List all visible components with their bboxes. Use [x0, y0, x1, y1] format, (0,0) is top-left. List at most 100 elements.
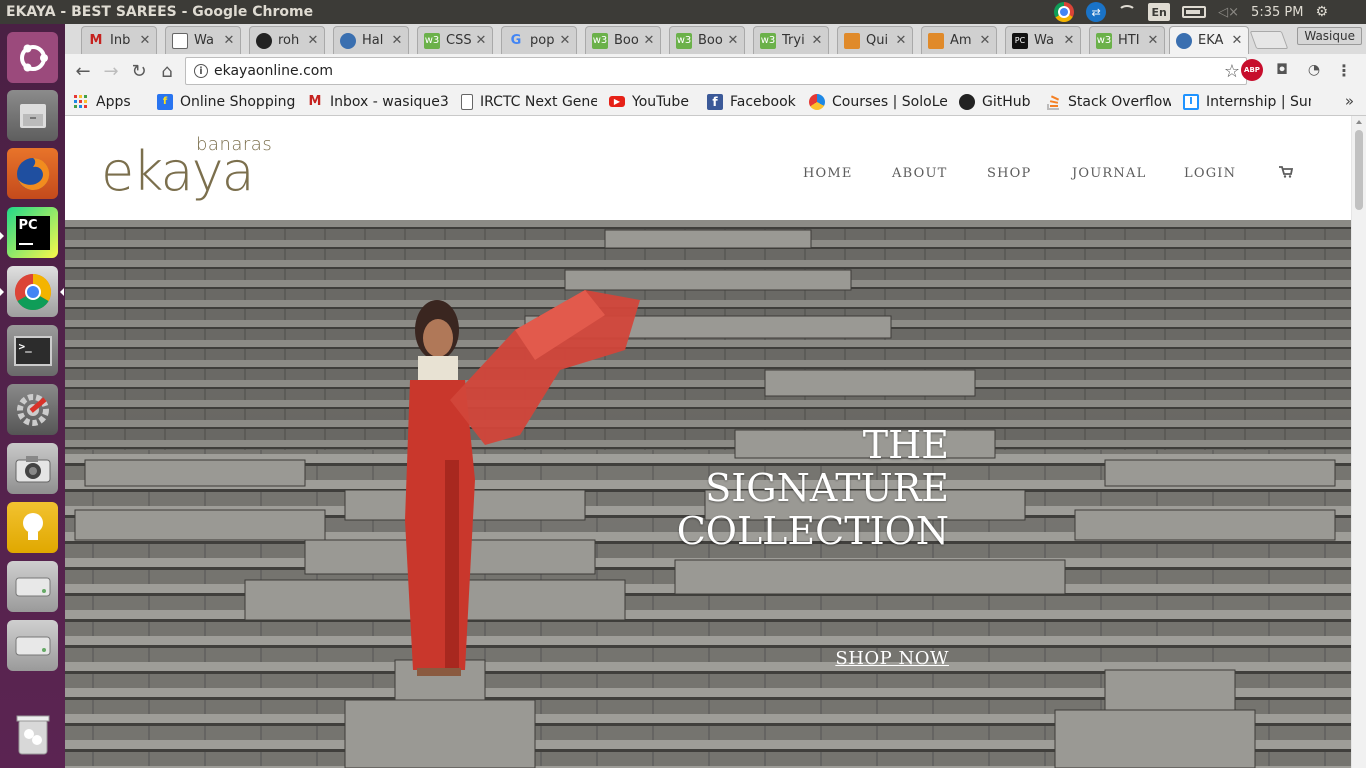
teamviewer-icon[interactable]: ⇄: [1086, 2, 1107, 22]
internshala-icon: I: [1183, 93, 1199, 110]
close-icon[interactable]: ✕: [306, 33, 320, 48]
youtube-icon: ▶: [609, 96, 625, 107]
close-icon[interactable]: ✕: [1146, 33, 1160, 48]
wifi-icon[interactable]: [1118, 5, 1137, 19]
tab-wa[interactable]: PC Wa ✕: [1005, 26, 1081, 54]
main-menu: HOME ABOUT SHOP JOURNAL LOGIN: [65, 116, 1351, 220]
bookmark-apps[interactable]: Apps: [73, 94, 145, 110]
page-icon: [172, 32, 188, 49]
github-icon: [959, 93, 975, 110]
system-settings-icon[interactable]: [7, 384, 58, 435]
extension-icon[interactable]: ◘: [1271, 59, 1293, 81]
tab-css[interactable]: w3 CSS ✕: [417, 26, 493, 54]
tab-ekaya[interactable]: EKA ✕: [1169, 26, 1249, 54]
bookmark-github[interactable]: GitHub: [959, 93, 1033, 110]
drive-icon[interactable]: [7, 561, 58, 612]
new-tab-button[interactable]: [1249, 31, 1289, 49]
tab-boo-1[interactable]: w3 Boo ✕: [585, 26, 661, 54]
close-icon[interactable]: ✕: [810, 33, 824, 48]
shop-now-link[interactable]: SHOP NOW: [835, 648, 949, 669]
terminal-icon[interactable]: >_: [7, 325, 58, 376]
toolbar: ← → ↻ ⌂ i ekayaonline.com ☆ ABP ◘ ◔ ⋮: [65, 54, 1366, 88]
tab-hal[interactable]: Hal ✕: [333, 26, 409, 54]
bookmarks-bar: Apps f Online Shopping M Inbox - wasique…: [65, 88, 1366, 116]
tab-strip: M Inb ✕ Wa ✕ roh ✕ Hal ✕ w3 CSS ✕ G pop …: [65, 24, 1366, 54]
power-gear-icon[interactable]: ⚙: [1315, 4, 1328, 20]
back-button[interactable]: ←: [69, 57, 97, 85]
close-icon[interactable]: ✕: [978, 33, 992, 48]
tab-quiz[interactable]: Qui ✕: [837, 26, 913, 54]
gmail-icon: M: [89, 33, 103, 48]
sololearn-icon: [809, 93, 825, 110]
pycharm-icon: PC: [1012, 32, 1028, 49]
camera-icon[interactable]: [7, 443, 58, 494]
ubuntu-dash-icon[interactable]: [7, 32, 58, 83]
scroll-thumb[interactable]: [1355, 130, 1363, 210]
files-icon[interactable]: [7, 90, 58, 141]
bookmark-stackoverflow[interactable]: Stack Overflow: [1045, 94, 1171, 110]
menu-shop[interactable]: SHOP: [987, 166, 1031, 181]
menu-icon[interactable]: ⋮: [1333, 59, 1355, 81]
scroll-up-arrow[interactable]: [1356, 120, 1362, 124]
tab-inbox[interactable]: M Inb ✕: [81, 26, 157, 54]
chrome-tray-icon[interactable]: [1054, 2, 1075, 22]
adblock-icon[interactable]: ABP: [1241, 59, 1263, 81]
close-icon[interactable]: ✕: [474, 33, 488, 48]
tab-html[interactable]: w3 HTI ✕: [1089, 26, 1165, 54]
menu-home[interactable]: HOME: [803, 166, 853, 181]
address-bar[interactable]: i ekayaonline.com ☆: [185, 57, 1247, 85]
battery-icon[interactable]: [1182, 6, 1207, 18]
drive-icon[interactable]: [7, 620, 58, 671]
tab-google[interactable]: G pop ✕: [501, 26, 577, 54]
firefox-icon[interactable]: [7, 148, 58, 199]
close-icon[interactable]: ✕: [1230, 33, 1244, 48]
close-icon[interactable]: ✕: [390, 33, 404, 48]
github-icon: [256, 32, 272, 49]
page-scrollbar[interactable]: [1351, 116, 1366, 768]
forward-button[interactable]: →: [97, 57, 125, 85]
box-icon: [928, 32, 944, 49]
close-icon[interactable]: ✕: [558, 33, 572, 48]
idea-bulb-icon[interactable]: [7, 502, 58, 553]
menu-about[interactable]: ABOUT: [892, 166, 947, 181]
bookmark-star-icon[interactable]: ☆: [1224, 61, 1240, 82]
bookmark-inbox[interactable]: M Inbox - wasique3: [307, 94, 449, 110]
hero-title: THE SIGNATURE COLLECTION: [676, 423, 949, 553]
chrome-icon[interactable]: [7, 266, 58, 317]
close-icon[interactable]: ✕: [894, 33, 908, 48]
tab-am[interactable]: Am ✕: [921, 26, 997, 54]
clock[interactable]: 5:35 PM: [1251, 5, 1303, 20]
close-icon[interactable]: ✕: [138, 33, 152, 48]
info-icon[interactable]: i: [194, 64, 208, 78]
bookmark-youtube[interactable]: ▶ YouTube: [609, 94, 695, 110]
tab-page[interactable]: Wa ✕: [165, 26, 241, 54]
close-icon[interactable]: ✕: [1062, 33, 1076, 48]
url-text[interactable]: ekayaonline.com: [214, 63, 1224, 79]
keyboard-language[interactable]: En: [1148, 3, 1171, 21]
reload-button[interactable]: ↻: [125, 57, 153, 85]
cart-icon[interactable]: [1279, 166, 1294, 182]
volume-muted-icon[interactable]: ◁×: [1218, 5, 1239, 20]
tab-boo-2[interactable]: w3 Boo ✕: [669, 26, 745, 54]
menu-login[interactable]: LOGIN: [1184, 166, 1236, 181]
trash-icon[interactable]: [7, 708, 58, 759]
home-button[interactable]: ⌂: [153, 57, 181, 85]
menu-journal[interactable]: JOURNAL: [1072, 166, 1146, 181]
bookmark-online-shopping[interactable]: f Online Shopping: [157, 93, 295, 110]
running-indicator: [0, 288, 4, 296]
bookmark-irctc[interactable]: IRCTC Next Gene: [461, 93, 597, 110]
tab-tryit[interactable]: w3 Tryi ✕: [753, 26, 829, 54]
bookmark-facebook[interactable]: f Facebook: [707, 93, 797, 110]
tab-github[interactable]: roh ✕: [249, 26, 325, 54]
google-icon: G: [510, 33, 522, 48]
bookmark-internship[interactable]: I Internship | Sum: [1183, 93, 1311, 110]
close-icon[interactable]: ✕: [222, 33, 236, 48]
speed-extension-icon[interactable]: ◔: [1303, 59, 1325, 81]
blue-drop-icon: [1176, 32, 1192, 49]
profile-button[interactable]: Wasique: [1297, 27, 1362, 45]
more-bookmarks-icon[interactable]: »: [1345, 92, 1354, 110]
pycharm-icon[interactable]: PC: [7, 207, 58, 258]
close-icon[interactable]: ✕: [726, 33, 740, 48]
close-icon[interactable]: ✕: [642, 33, 656, 48]
bookmark-sololearn[interactable]: Courses | SoloLe: [809, 93, 947, 110]
